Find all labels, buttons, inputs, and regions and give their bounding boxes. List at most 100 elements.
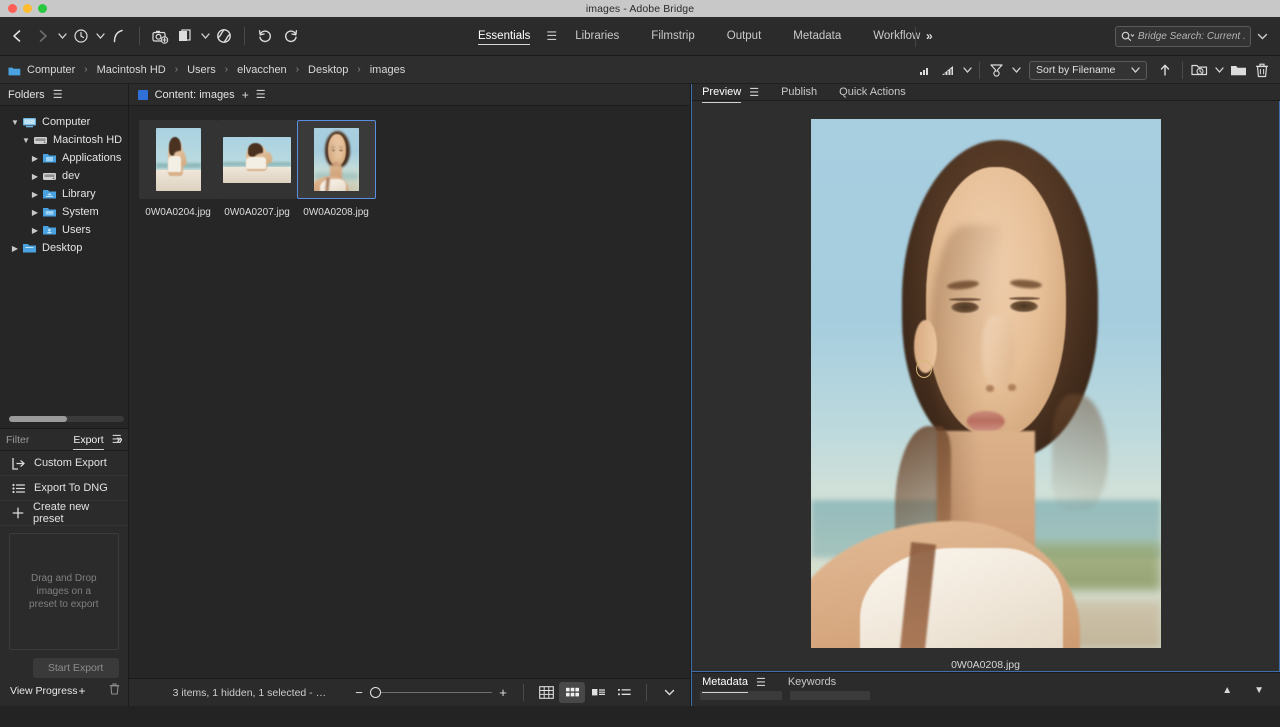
folders-horizontal-scrollbar[interactable] bbox=[9, 416, 124, 422]
thumbnail-item[interactable]: 0W0A0204.jpg bbox=[138, 120, 218, 218]
chevron-right-icon[interactable]: ▶ bbox=[28, 154, 42, 163]
refine-chevron-down-icon[interactable] bbox=[199, 23, 211, 49]
expand-panel-icon[interactable]: » bbox=[116, 434, 122, 446]
tab-libraries[interactable]: Libraries bbox=[559, 17, 635, 56]
folders-tree-panel[interactable]: ▼ Computer ▼ Macintosh HD ▶ Applications… bbox=[0, 106, 128, 428]
new-folder-chevron-down-icon[interactable] bbox=[1212, 56, 1226, 84]
breadcrumb-item-elvacchen[interactable]: elvacchen bbox=[237, 64, 287, 76]
tree-item-users[interactable]: ▶ Users bbox=[0, 221, 128, 239]
sort-ascending-arrow-icon[interactable] bbox=[1153, 56, 1177, 84]
breadcrumb-item-macintosh-hd[interactable]: Macintosh HD bbox=[97, 64, 166, 76]
panel-menu-icon[interactable]: ☰ bbox=[256, 88, 266, 101]
chevron-down-icon[interactable]: ▼ bbox=[8, 118, 22, 127]
sort-by-dropdown[interactable]: Sort by Filename bbox=[1029, 60, 1147, 80]
tab-preview[interactable]: Preview bbox=[702, 86, 742, 104]
tab-filter[interactable]: Filter bbox=[6, 434, 29, 446]
recent-folders-clock-icon[interactable] bbox=[68, 23, 94, 49]
thumbnail-image-cell[interactable] bbox=[138, 120, 218, 199]
plus-icon[interactable]: + bbox=[242, 88, 249, 102]
tab-metadata[interactable]: Metadata bbox=[777, 17, 857, 56]
chevron-down-icon[interactable]: ▼ bbox=[1254, 685, 1264, 696]
rotate-clockwise-icon[interactable] bbox=[278, 23, 304, 49]
chevron-right-icon[interactable]: ▶ bbox=[28, 226, 42, 235]
panel-menu-icon[interactable]: ☰ bbox=[756, 676, 766, 689]
back-arrow-icon[interactable] bbox=[4, 23, 30, 49]
tab-quick-actions[interactable]: Quick Actions bbox=[839, 86, 906, 98]
export-drop-zone[interactable]: Drag and Drop images on a preset to expo… bbox=[9, 533, 119, 650]
get-photos-from-camera-icon[interactable] bbox=[147, 23, 173, 49]
tab-output[interactable]: Output bbox=[711, 17, 778, 56]
delete-trash-icon[interactable] bbox=[1250, 56, 1274, 84]
details-view-icon[interactable] bbox=[585, 682, 611, 703]
filter-items-funnel-icon[interactable] bbox=[985, 56, 1009, 84]
view-options-chevron-down-icon[interactable] bbox=[656, 682, 682, 703]
filter-rating-chevron-icon[interactable] bbox=[960, 56, 974, 84]
breadcrumb-item-images[interactable]: images bbox=[370, 64, 405, 76]
slider-knob[interactable] bbox=[370, 687, 382, 698]
panel-menu-icon[interactable]: ☰ bbox=[749, 86, 759, 99]
start-export-button[interactable]: Start Export bbox=[32, 658, 119, 678]
open-in-camera-raw-icon[interactable] bbox=[211, 23, 237, 49]
new-folder-icon[interactable] bbox=[1226, 56, 1250, 84]
chevron-down-icon[interactable]: ▼ bbox=[19, 136, 33, 145]
export-item-custom-export[interactable]: Custom Export bbox=[0, 451, 128, 476]
rotate-counter-clockwise-icon[interactable] bbox=[252, 23, 278, 49]
tree-item-system[interactable]: ▶ System bbox=[0, 203, 128, 221]
chevron-right-icon[interactable]: ▶ bbox=[28, 190, 42, 199]
breadcrumb-item-users[interactable]: Users bbox=[187, 64, 216, 76]
tab-essentials[interactable]: Essentials bbox=[462, 17, 546, 56]
new-folder-recent-icon[interactable] bbox=[1188, 56, 1212, 84]
tree-item-computer[interactable]: ▼ Computer bbox=[0, 113, 128, 131]
grid-view-icon[interactable] bbox=[533, 682, 559, 703]
tree-item-applications[interactable]: ▶ Applications bbox=[0, 149, 128, 167]
close-button[interactable] bbox=[8, 4, 17, 13]
filter-chevron-down-icon[interactable] bbox=[1009, 56, 1023, 84]
tree-item-desktop[interactable]: ▶ Desktop bbox=[0, 239, 128, 257]
tab-export[interactable]: Export bbox=[73, 434, 105, 450]
filter-rating-low-icon[interactable] bbox=[912, 56, 936, 84]
tab-publish[interactable]: Publish bbox=[781, 86, 817, 98]
thumbnail-item-selected[interactable]: 0W0A0208.jpg bbox=[296, 120, 376, 218]
tab-keywords[interactable]: Keywords bbox=[788, 676, 836, 688]
thumbnail-size-slider[interactable] bbox=[370, 687, 493, 699]
preview-area[interactable]: 0W0A0208.jpg bbox=[692, 101, 1280, 673]
breadcrumb-item-desktop[interactable]: Desktop bbox=[308, 64, 348, 76]
chevron-right-icon[interactable]: ▶ bbox=[8, 244, 22, 253]
thumbnail-item[interactable]: 0W0A0207.jpg bbox=[217, 120, 297, 218]
chevron-right-icon[interactable]: ▶ bbox=[28, 208, 42, 217]
thumbnail-grid[interactable]: 0W0A0204.jpg 0W0A0207.jpg 0W0A0208.jpg bbox=[128, 106, 691, 678]
list-view-icon[interactable] bbox=[611, 682, 637, 703]
preview-image[interactable] bbox=[810, 119, 1161, 649]
workspace-menu-icon[interactable]: ☰ bbox=[546, 17, 559, 56]
tab-metadata-panel[interactable]: Metadata bbox=[702, 676, 748, 694]
panel-menu-icon[interactable]: ☰ bbox=[53, 88, 63, 101]
window-controls[interactable] bbox=[8, 4, 47, 13]
zoom-in-button[interactable]: + bbox=[492, 685, 514, 700]
view-progress-link[interactable]: View Progress + bbox=[10, 684, 86, 698]
breadcrumb-item-computer[interactable]: Computer bbox=[27, 64, 75, 76]
thumbnail-image-cell[interactable] bbox=[296, 120, 376, 199]
refine-stack-icon[interactable] bbox=[173, 23, 199, 49]
chevron-right-icon[interactable]: ▶ bbox=[28, 172, 42, 181]
workspace-overflow-button[interactable]: » bbox=[926, 17, 933, 56]
zoom-out-button[interactable]: − bbox=[348, 685, 370, 700]
thumbnail-image-cell[interactable] bbox=[217, 120, 297, 199]
tab-workflow[interactable]: Workflow bbox=[857, 17, 936, 56]
tree-item-library[interactable]: ▶ Library bbox=[0, 185, 128, 203]
forward-arrow-icon[interactable] bbox=[30, 23, 56, 49]
search-input[interactable]: Bridge Search: Current . bbox=[1115, 26, 1251, 47]
tree-item-macintosh-hd[interactable]: ▼ Macintosh HD bbox=[0, 131, 128, 149]
export-item-export-to-dng[interactable]: Export To DNG bbox=[0, 476, 128, 501]
minimize-button[interactable] bbox=[23, 4, 32, 13]
add-progress-plus-icon[interactable]: + bbox=[79, 684, 86, 698]
recent-chevron-down-icon[interactable] bbox=[94, 23, 106, 49]
boomerang-reveal-icon[interactable] bbox=[106, 23, 132, 49]
thumbnail-view-icon[interactable] bbox=[559, 682, 586, 703]
chevron-up-icon[interactable]: ▲ bbox=[1222, 685, 1232, 696]
search-chevron-down-icon[interactable] bbox=[1257, 31, 1268, 43]
history-chevron-down-icon[interactable] bbox=[56, 23, 68, 49]
tree-item-dev[interactable]: ▶ dev bbox=[0, 167, 128, 185]
tab-filmstrip[interactable]: Filmstrip bbox=[635, 17, 710, 56]
maximize-button[interactable] bbox=[38, 4, 47, 13]
delete-trash-icon[interactable] bbox=[109, 682, 120, 700]
